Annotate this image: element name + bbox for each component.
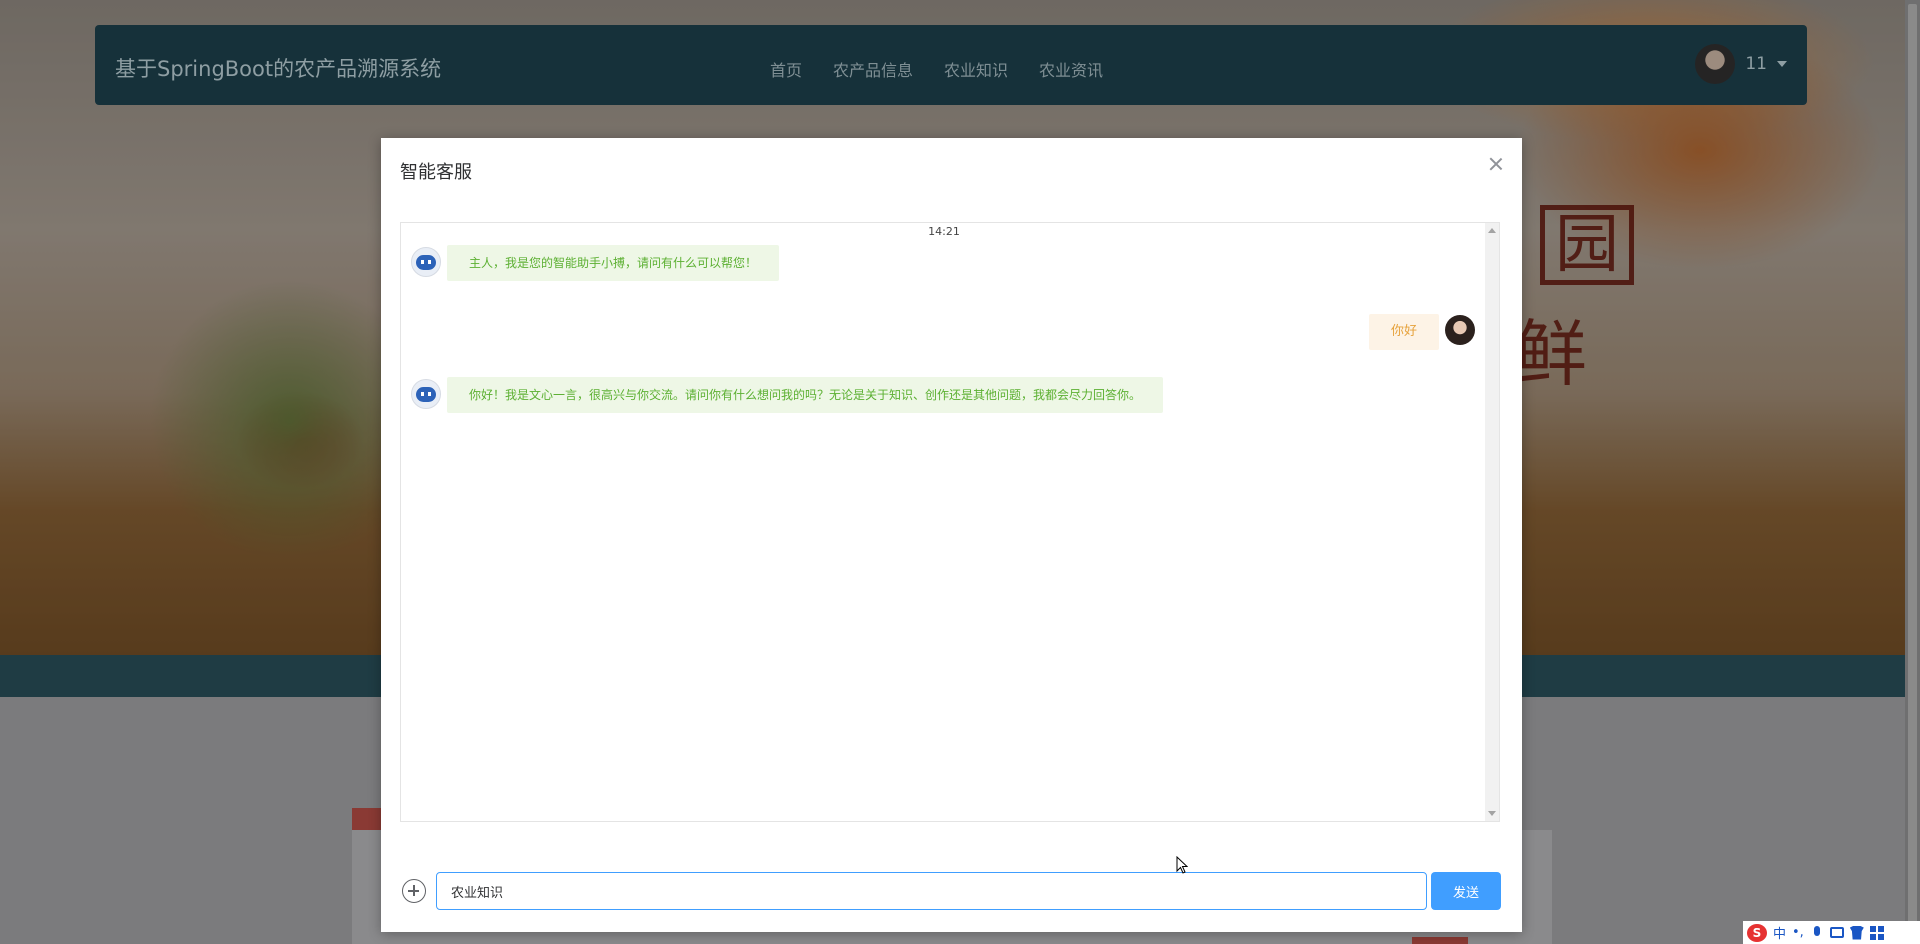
- sogou-logo-icon[interactable]: S: [1747, 923, 1767, 942]
- dialog-title: 智能客服: [400, 162, 472, 183]
- scroll-up-icon[interactable]: [1488, 228, 1496, 233]
- microphone-icon[interactable]: [1810, 925, 1824, 940]
- nav-link-home[interactable]: 首页: [770, 57, 802, 81]
- mouse-cursor-icon: [1176, 856, 1188, 874]
- add-attachment-button[interactable]: [402, 879, 426, 903]
- chevron-down-icon[interactable]: [1777, 61, 1787, 67]
- close-icon[interactable]: [1488, 156, 1504, 172]
- nav-links: 首页 农产品信息 农业知识 农业资讯: [770, 57, 1103, 81]
- message-timestamp: 14:21: [928, 225, 960, 238]
- page-scrollbar[interactable]: [1905, 0, 1920, 944]
- toolbox-icon[interactable]: [1869, 925, 1884, 940]
- scroll-down-icon[interactable]: [1488, 811, 1496, 816]
- chat-scrollbar[interactable]: [1485, 223, 1499, 821]
- user-message: 你好: [1368, 314, 1439, 350]
- send-button[interactable]: 发送: [1431, 872, 1501, 910]
- nav-link-products[interactable]: 农产品信息: [833, 57, 913, 81]
- ime-punct-toggle[interactable]: •,: [1792, 925, 1804, 940]
- bot-message: 主人，我是您的智能助手小搏，请问有什么可以帮您！: [447, 245, 780, 281]
- keyboard-icon[interactable]: [1829, 927, 1844, 938]
- top-navbar: 基于SpringBoot的农产品溯源系统 首页 农产品信息 农业知识 农业资讯 …: [95, 25, 1807, 105]
- bot-avatar-icon: [411, 247, 441, 277]
- ime-toolbar: S 中 •,: [1743, 921, 1920, 944]
- nav-link-knowledge[interactable]: 农业知识: [944, 57, 1008, 81]
- nav-link-news[interactable]: 农业资讯: [1039, 57, 1103, 81]
- user-name[interactable]: 11: [1745, 54, 1767, 74]
- site-brand[interactable]: 基于SpringBoot的农产品溯源系统: [115, 53, 441, 83]
- chat-message-panel[interactable]: 14:21 主人，我是您的智能助手小搏，请问有什么可以帮您！ 你好 你好！我是文…: [400, 222, 1500, 822]
- hero-char-xian: 鲜: [1515, 312, 1588, 396]
- chat-dialog: 智能客服 14:21 主人，我是您的智能助手小搏，请问有什么可以帮您！ 你好 你…: [381, 138, 1522, 932]
- chat-input[interactable]: [436, 872, 1427, 910]
- skin-icon[interactable]: [1849, 925, 1864, 940]
- bot-avatar-icon: [411, 379, 441, 409]
- ime-mode-toggle[interactable]: 中: [1773, 923, 1786, 942]
- user-avatar: [1445, 315, 1475, 345]
- hero-char-yuan: 园: [1540, 205, 1634, 285]
- user-menu[interactable]: 11: [1695, 44, 1787, 84]
- bot-message: 你好！我是文心一言，很高兴与你交流。请问你有什么想问我的吗？无论是关于知识、创作…: [447, 377, 1164, 413]
- content-button: [1412, 937, 1468, 944]
- avatar[interactable]: [1695, 44, 1736, 84]
- page-scrollbar-thumb[interactable]: [1908, 4, 1917, 924]
